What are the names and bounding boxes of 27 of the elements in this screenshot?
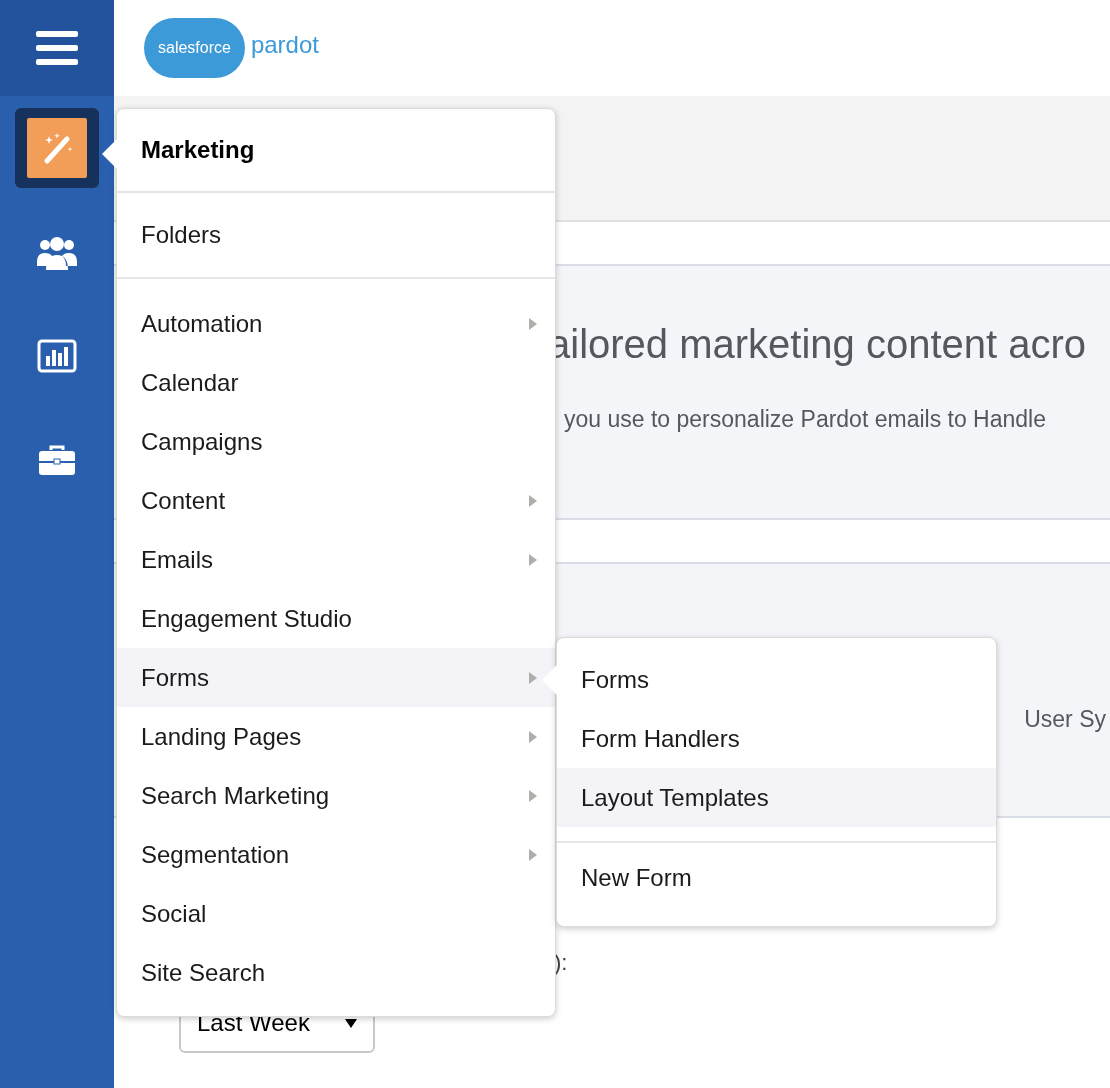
menu-item[interactable]: Landing Pages [117,707,555,766]
people-icon [36,234,78,270]
menu-item[interactable]: Segmentation [117,825,555,884]
briefcase-icon [38,444,76,476]
menu-icon [36,31,78,65]
menu-item[interactable]: Automation [117,294,555,353]
menu-item[interactable]: New Form [557,843,996,913]
menu-item[interactable]: Campaigns [117,412,555,471]
panel-text: you use to personalize Pardot emails to Handle [564,405,1047,434]
nav-button[interactable] [15,108,99,188]
menu-item[interactable]: Forms [557,650,996,709]
menu-item[interactable]: Calendar [117,353,555,412]
menu-title: Marketing [117,109,555,193]
menu-item[interactable]: Emails [117,530,555,589]
menu-item[interactable]: Form Handlers [557,709,996,768]
logo-text: salesforce [158,38,231,58]
menu-item[interactable]: Forms [117,648,555,707]
menu-item[interactable]: Folders [117,193,555,279]
logo-text: pardot [250,30,319,60]
menu-item[interactable]: Search Marketing [117,766,555,825]
panel-text: User Sy [1024,705,1106,734]
menu-item[interactable]: Layout Templates [557,768,996,827]
menu-button[interactable] [0,0,114,96]
bar-chart-icon [37,339,77,373]
menu-item[interactable]: Content [117,471,555,530]
menu-item[interactable]: Social [117,884,555,943]
menu-item[interactable]: Engagement Studio [117,589,555,648]
